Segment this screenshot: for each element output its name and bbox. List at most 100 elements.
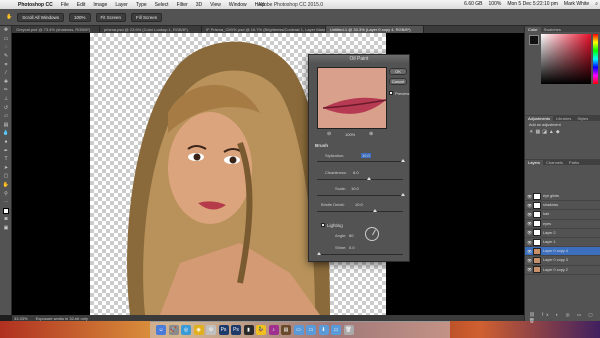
stylization-slider[interactable] <box>317 161 403 162</box>
menu-3d[interactable]: 3D <box>192 2 206 8</box>
safari-icon[interactable]: ◎ <box>181 325 191 335</box>
fill-screen-button[interactable]: Fill Screen <box>131 12 163 22</box>
menu-image[interactable]: Image <box>89 2 111 8</box>
tab-greycal[interactable]: Greycal.psd @ 73.4% (shadows, RGB/8*) <box>12 26 100 33</box>
user-name[interactable]: Mark White <box>564 1 589 7</box>
hand-tool-icon[interactable]: ✋ <box>0 181 12 190</box>
adjustment-icons[interactable]: ☀▦◪▲◆ <box>529 129 562 135</box>
folder-icon[interactable]: ▭ <box>293 325 304 335</box>
eraser-tool-icon[interactable]: ▱ <box>0 112 12 121</box>
cancel-button[interactable]: Cancel <box>389 78 407 85</box>
menu-select[interactable]: Select <box>151 2 173 8</box>
folder-icon[interactable]: ▭ <box>331 325 341 335</box>
downloads-folder-icon[interactable]: ⬇ <box>318 325 329 335</box>
zoom-tool-icon[interactable]: ⚲ <box>0 189 12 198</box>
bristle-detail-input[interactable]: 10.0 <box>355 202 363 207</box>
layer-row[interactable]: 👁 Layer 2 <box>525 229 600 238</box>
scale-input[interactable]: 10.0 <box>351 186 359 191</box>
menu-view[interactable]: View <box>206 2 225 8</box>
dodge-tool-icon[interactable]: ● <box>0 138 12 147</box>
preview-checkbox[interactable] <box>389 91 393 95</box>
chrome-icon[interactable]: ◉ <box>193 325 204 335</box>
angle-input[interactable]: 60 <box>349 233 353 238</box>
blur-tool-icon[interactable]: 💧 <box>0 129 12 138</box>
foreground-color-swatch[interactable] <box>529 35 539 45</box>
stylization-input[interactable]: 10.0 <box>361 153 371 158</box>
cyberduck-icon[interactable]: 🦆 <box>256 325 266 335</box>
path-select-tool-icon[interactable]: ➤ <box>0 164 12 173</box>
more-tools-icon[interactable]: ⋯ <box>0 198 12 207</box>
stamp-tool-icon[interactable]: ⊥ <box>0 95 12 104</box>
tab-color[interactable]: Color <box>525 26 541 32</box>
healing-tool-icon[interactable]: ✚ <box>0 78 12 87</box>
type-tool-icon[interactable]: T <box>0 155 12 164</box>
shine-slider[interactable] <box>317 254 403 255</box>
zoom-out-icon[interactable]: ⊖ <box>327 131 331 137</box>
move-tool-icon[interactable]: ✥ <box>0 26 12 35</box>
fit-screen-button[interactable]: Fit Screen <box>95 12 127 22</box>
layer-action-icons[interactable]: ⛓ fx ◐ ◎ ▭ ▢ 🗑 <box>529 312 600 324</box>
app-icon[interactable]: ▤ <box>281 325 291 335</box>
visibility-eye-icon[interactable]: 👁 <box>527 203 532 208</box>
visibility-eye-icon[interactable]: 👁 <box>527 258 532 263</box>
tab-prisma-cmyk[interactable]: IF Prisma_CMYK.psd @ 16.7% (Brightness/C… <box>202 26 326 33</box>
bristle-detail-slider-knob[interactable] <box>373 209 377 212</box>
zoom-100-button[interactable]: 100% <box>69 12 91 22</box>
eyedropper-tool-icon[interactable]: ⁄ <box>0 69 12 78</box>
layer-row-selected[interactable]: 👁 Layer 0 copy 4 <box>525 247 600 257</box>
tab-untitled-1[interactable]: Untitled-1 @ 33.3% (Layer 0 copy 4, RGB/… <box>326 26 424 33</box>
color-picker-field[interactable] <box>541 34 591 84</box>
visibility-eye-icon[interactable]: 👁 <box>527 194 532 199</box>
tab-paths[interactable]: Paths <box>566 160 582 165</box>
visibility-eye-icon[interactable]: 👁 <box>527 221 532 226</box>
launchpad-icon[interactable]: 🚀 <box>168 325 179 335</box>
color-swatch-icon[interactable] <box>0 206 12 215</box>
tab-adjustments[interactable]: Adjustments <box>525 115 554 121</box>
filter-preview[interactable] <box>317 67 387 129</box>
lighting-checkbox[interactable] <box>321 223 325 227</box>
photoshop-alt-icon[interactable]: Ps <box>231 325 241 335</box>
cleanliness-slider[interactable] <box>317 179 403 180</box>
layer-row[interactable]: 👁 Layer 0 copy 3 <box>525 256 600 266</box>
cleanliness-input[interactable]: 6.0 <box>353 170 359 175</box>
clock[interactable]: Mon 5 Dec 5:22:10 pm <box>507 1 558 7</box>
layer-row[interactable]: 👁 eyes <box>525 220 600 229</box>
lasso-tool-icon[interactable]: ◌ <box>0 43 12 52</box>
hue-slider[interactable] <box>593 34 598 84</box>
pen-tool-icon[interactable]: ✒ <box>0 146 12 155</box>
quick-mask-icon[interactable]: ◙ <box>0 215 12 224</box>
trash-icon[interactable]: 🗑 <box>343 325 354 335</box>
visibility-eye-icon[interactable]: 👁 <box>527 230 532 235</box>
photoshop-icon[interactable]: Ps <box>218 325 229 335</box>
menu-filter[interactable]: Filter <box>173 2 192 8</box>
menu-file[interactable]: File <box>57 2 73 8</box>
visibility-eye-icon[interactable]: 👁 <box>527 240 532 245</box>
layer-row[interactable]: 👁 Layer 0 copy 2 <box>525 266 600 275</box>
menu-type[interactable]: Type <box>132 2 151 8</box>
crop-tool-icon[interactable]: ⌗ <box>0 60 12 69</box>
tab-styles[interactable]: Styles <box>574 116 591 121</box>
history-brush-tool-icon[interactable]: ↺ <box>0 103 12 112</box>
tab-prisma[interactable]: prisma.psd @ 23.6% (Color Lookup 1, RGB/… <box>100 26 202 33</box>
tab-swatches[interactable]: Swatches <box>541 27 564 32</box>
scroll-all-windows-checkbox[interactable]: Scroll All Windows <box>17 12 64 22</box>
visibility-eye-icon[interactable]: 👁 <box>527 249 532 254</box>
visibility-eye-icon[interactable]: 👁 <box>527 212 532 217</box>
screen-mode-icon[interactable]: ▣ <box>0 224 12 233</box>
folder-icon[interactable]: ▭ <box>306 325 316 335</box>
zoom-in-icon[interactable]: ⊕ <box>369 131 373 137</box>
scale-slider[interactable] <box>317 195 403 196</box>
menu-edit[interactable]: Edit <box>73 2 90 8</box>
marquee-tool-icon[interactable]: ▭ <box>0 35 12 44</box>
terminal-icon[interactable]: ▮ <box>243 325 254 335</box>
quick-select-tool-icon[interactable]: ✎ <box>0 52 12 61</box>
itunes-icon[interactable]: ♪ <box>268 325 279 335</box>
zoom-level[interactable]: 33.33% <box>14 316 28 321</box>
layer-row[interactable]: 👁 shadows <box>525 201 600 211</box>
menu-window[interactable]: Window <box>225 2 251 8</box>
shape-tool-icon[interactable]: ▢ <box>0 172 12 181</box>
bristle-detail-slider[interactable] <box>317 211 403 212</box>
gradient-tool-icon[interactable]: ▤ <box>0 121 12 130</box>
tab-libraries[interactable]: Libraries <box>553 116 574 121</box>
stylization-slider-knob[interactable] <box>401 159 405 162</box>
